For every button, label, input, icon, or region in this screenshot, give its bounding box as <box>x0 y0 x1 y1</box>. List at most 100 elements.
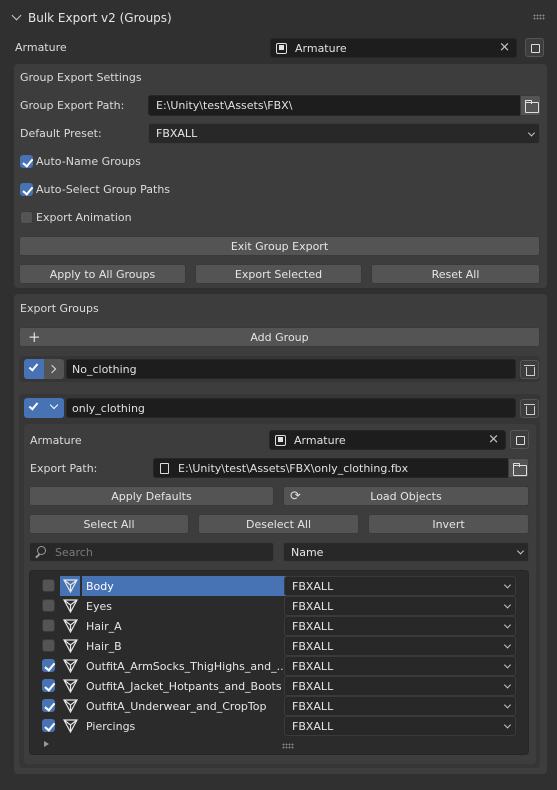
chevron-down-icon <box>503 621 512 629</box>
group-enable-checkbox[interactable] <box>24 398 44 418</box>
export-groups-title: Export Groups <box>20 302 99 315</box>
export-selected-button[interactable]: Export Selected <box>195 264 362 284</box>
object-preset-select[interactable]: FBXALL <box>284 716 516 736</box>
export-animation-label: Export Animation <box>36 211 132 224</box>
export-animation-checkbox[interactable] <box>20 211 33 224</box>
close-icon[interactable]: ✕ <box>499 41 510 56</box>
armature-field[interactable]: Armature ✕ <box>270 38 517 58</box>
armature-toggle-button[interactable] <box>525 38 544 57</box>
default-preset-select[interactable]: FBXALL <box>148 123 540 144</box>
group-export-path-label: Group Export Path: <box>20 99 125 112</box>
sort-value: Name <box>291 545 324 559</box>
default-preset-value: FBXALL <box>156 127 198 140</box>
chevron-down-icon[interactable] <box>11 10 22 21</box>
apply-defaults-button[interactable]: Apply Defaults <box>29 486 274 506</box>
object-preset-select[interactable]: FBXALL <box>284 596 516 616</box>
object-preset-select[interactable]: FBXALL <box>284 616 516 636</box>
list-item[interactable]: Body FBXALL <box>34 576 524 596</box>
mesh-icon <box>63 599 78 613</box>
object-preset-select[interactable]: FBXALL <box>284 576 516 596</box>
mesh-icon <box>63 619 78 633</box>
object-checkbox[interactable] <box>42 679 55 692</box>
object-checkbox[interactable] <box>42 719 55 732</box>
trash-icon[interactable] <box>520 360 539 379</box>
armature-value: Armature <box>295 41 347 55</box>
object-checkbox[interactable] <box>42 579 55 592</box>
object-preset-value: FBXALL <box>292 639 334 653</box>
chevron-down-icon <box>503 661 512 669</box>
folder-icon[interactable] <box>508 458 529 478</box>
group-export-path-field[interactable]: E:\Unity\test\Assets\FBX\ <box>148 95 521 116</box>
trash-icon[interactable] <box>520 399 539 418</box>
panel-header[interactable]: Bulk Export v2 (Groups) <box>0 0 557 36</box>
list-item[interactable]: OutfitA_ArmSocks_ThigHighs_and_... FBXAL… <box>34 656 524 676</box>
group-name-field[interactable]: No_clothing <box>66 359 516 379</box>
object-preset-value: FBXALL <box>292 679 334 693</box>
object-checkbox[interactable] <box>42 659 55 672</box>
load-objects-label: Load Objects <box>370 489 442 503</box>
export-path-field[interactable]: E:\Unity\test\Assets\FBX\only_clothing.f… <box>153 458 509 478</box>
list-item[interactable]: OutfitA_Jacket_Hotpants_and_Boots FBXALL <box>34 676 524 696</box>
load-objects-button[interactable]: ⟳ Load Objects <box>283 486 529 506</box>
reset-all-button[interactable]: Reset All <box>371 264 540 284</box>
deselect-all-button[interactable]: Deselect All <box>198 514 359 534</box>
chevron-down-icon <box>503 641 512 649</box>
export-groups-panel: Export Groups + Add Group No_clothing on… <box>14 294 547 774</box>
group-name-value: only_clothing <box>72 401 145 415</box>
list-item[interactable]: Hair_B FBXALL <box>34 636 524 656</box>
group-enable-checkbox[interactable] <box>24 359 44 379</box>
folder-icon[interactable] <box>520 95 541 116</box>
object-checkbox[interactable] <box>42 639 55 652</box>
auto-name-groups-label: Auto-Name Groups <box>36 155 141 168</box>
search-input[interactable]: Search <box>29 542 274 562</box>
object-checkbox[interactable] <box>42 699 55 712</box>
exit-group-export-button[interactable]: Exit Group Export <box>19 236 540 256</box>
sort-select[interactable]: Name <box>283 542 529 562</box>
drag-handle-icon[interactable] <box>533 14 545 20</box>
object-list-inner: Body FBXALL Eyes FBXALL Hair_A FBXALL Ha… <box>34 576 524 746</box>
apply-to-all-groups-button[interactable]: Apply to All Groups <box>19 264 186 284</box>
object-preset-value: FBXALL <box>292 719 334 733</box>
object-preset-value: FBXALL <box>292 579 334 593</box>
close-icon[interactable]: ✕ <box>488 433 499 448</box>
group-armature-toggle-button[interactable] <box>510 430 529 449</box>
add-group-label: Add Group <box>250 330 309 344</box>
auto-select-group-paths-checkbox[interactable] <box>20 183 33 196</box>
mesh-icon <box>63 699 78 713</box>
list-item[interactable]: Hair_A FBXALL <box>34 616 524 636</box>
list-item[interactable]: OutfitA_Underwear_and_CropTop FBXALL <box>34 696 524 716</box>
export-path-value: E:\Unity\test\Assets\FBX\only_clothing.f… <box>178 461 409 475</box>
object-preset-select[interactable]: FBXALL <box>284 636 516 656</box>
select-all-button[interactable]: Select All <box>29 514 189 534</box>
group-armature-field[interactable]: Armature ✕ <box>269 430 506 450</box>
list-expand-icon[interactable] <box>44 741 49 747</box>
group-name-field[interactable]: only_clothing <box>66 398 516 418</box>
add-group-button[interactable]: + Add Group <box>19 327 540 347</box>
chevron-down-icon <box>503 701 512 709</box>
group-detail-box: Armature Armature ✕ Export Path: E:\Unit… <box>24 424 536 764</box>
auto-name-groups-checkbox[interactable] <box>20 155 33 168</box>
chevron-right-icon[interactable] <box>44 359 64 379</box>
object-preset-select[interactable]: FBXALL <box>284 656 516 676</box>
file-icon <box>160 463 169 474</box>
group-export-settings-panel: Group Export Settings Group Export Path:… <box>14 64 547 288</box>
search-icon-handle <box>35 553 40 559</box>
default-preset-label: Default Preset: <box>20 127 102 140</box>
group-armature-value: Armature <box>294 433 346 447</box>
list-item[interactable]: Eyes FBXALL <box>34 596 524 616</box>
chevron-down-icon <box>503 601 512 609</box>
object-preset-value: FBXALL <box>292 659 334 673</box>
list-item[interactable]: Piercings FBXALL <box>34 716 524 736</box>
list-resize-handle[interactable] <box>282 743 294 749</box>
object-checkbox[interactable] <box>42 619 55 632</box>
chevron-down-icon[interactable] <box>44 398 64 418</box>
auto-select-group-paths-label: Auto-Select Group Paths <box>36 183 171 196</box>
invert-button[interactable]: Invert <box>368 514 529 534</box>
panel-title: Bulk Export v2 (Groups) <box>28 11 172 25</box>
chevron-down-icon <box>503 581 512 589</box>
object-preset-select[interactable]: FBXALL <box>284 696 516 716</box>
chevron-down-icon <box>527 128 536 137</box>
object-preset-select[interactable]: FBXALL <box>284 676 516 696</box>
object-checkbox[interactable] <box>42 599 55 612</box>
object-icon <box>276 42 287 54</box>
